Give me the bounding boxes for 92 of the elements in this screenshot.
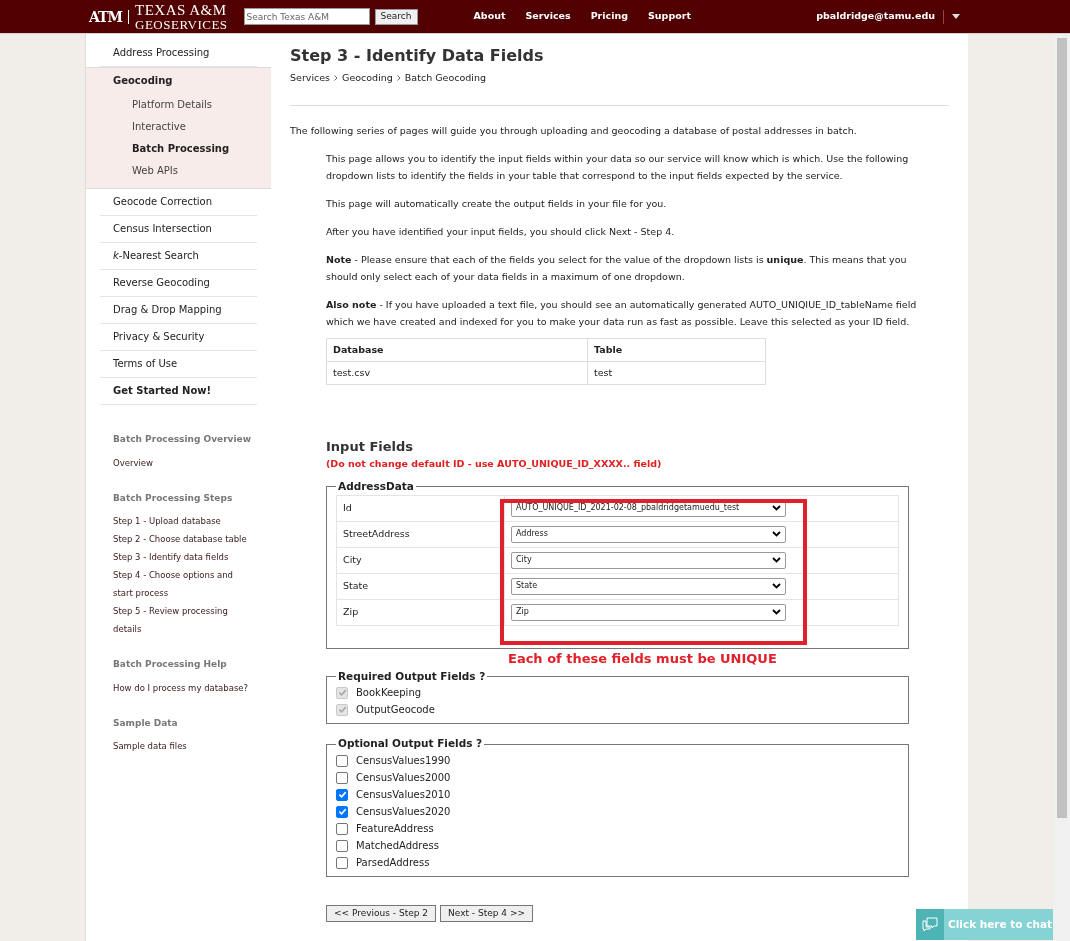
sidebar-section-title: Batch Processing Help xyxy=(113,658,228,671)
chevron-down-icon xyxy=(772,531,781,537)
checkbox-label: BookKeeping xyxy=(356,686,422,701)
sidebar-link[interactable]: Step 3 - Identify data fields xyxy=(113,548,265,566)
dropdown[interactable]: Address xyxy=(511,525,786,543)
user-email[interactable]: pbaldridge@tamu.edu xyxy=(816,9,935,24)
nav-button[interactable]: Next - Step 4 >> xyxy=(440,905,533,922)
paragraph: This page allows you to identify the input fields within your data so our service will know which is which. Use the following dropdown lists to identify the fields in your table that correspond to the input fields expected by the service. xyxy=(326,151,910,183)
section-title: Input Fields xyxy=(326,438,415,456)
sidebar-link[interactable]: Overview xyxy=(113,453,265,472)
fieldset-legend: Required Output Fields ? xyxy=(336,668,488,685)
sidebar-link[interactable]: Privacy & Security xyxy=(100,324,257,351)
table-header-cell: Table xyxy=(587,338,766,362)
sidebar-link[interactable]: Get Started Now! xyxy=(100,378,257,405)
sidebar-sublink[interactable]: Batch Processing xyxy=(86,138,271,160)
sidebar-sublink[interactable]: Interactive xyxy=(86,116,271,138)
checkbox[interactable] xyxy=(336,771,348,784)
table-cell: test xyxy=(587,361,766,385)
annotation-text: Each of these fields must be UNIQUE xyxy=(508,649,777,668)
breadcrumb-link[interactable]: Services xyxy=(290,71,331,86)
caret-icon[interactable] xyxy=(952,14,960,19)
sidebar-link[interactable]: Step 1 - Upload database xyxy=(113,512,265,530)
sidebar-link[interactable]: k-Nearest Search xyxy=(100,243,257,270)
nav-link[interactable]: Pricing xyxy=(590,9,628,24)
checkbox[interactable] xyxy=(336,754,348,767)
sidebar-link[interactable]: How do I process my database? xyxy=(113,678,265,697)
checkbox[interactable] xyxy=(336,856,348,869)
chevron-icon xyxy=(396,75,401,82)
sidebar-link[interactable]: Reverse Geocoding xyxy=(100,270,257,297)
checkbox-label: CensusValues1990 xyxy=(356,754,451,768)
field-label: StreetAddress xyxy=(336,521,505,547)
warning-text: (Do not change default ID - use AUTO_UNIQUE_ID_XXXX.. field) xyxy=(326,456,663,471)
field-label: City xyxy=(336,547,505,573)
sidebar-link[interactable]: Step 4 - Choose options and start process xyxy=(113,566,265,602)
logo-title: TEXAS A&M xyxy=(135,2,228,18)
sidebar-section-title: Sample Data xyxy=(113,716,179,730)
chevron-icon xyxy=(334,75,339,82)
sidebar-link[interactable]: Geocoding xyxy=(100,68,257,94)
sidebar-sublink[interactable]: Web APIs xyxy=(86,160,271,182)
checkbox-label: CensusValues2010 xyxy=(356,788,451,802)
nav-link[interactable]: Support xyxy=(648,9,691,24)
chevron-down-icon xyxy=(772,583,781,589)
breadcrumb-link[interactable]: Batch Geocoding xyxy=(404,71,486,86)
fieldset-legend: AddressData xyxy=(336,478,416,495)
chevron-down-icon xyxy=(772,505,781,511)
breadcrumb-link[interactable]: Geocoding xyxy=(342,71,393,86)
checkbox-label: OutputGeocode xyxy=(356,703,435,718)
field-label: Id xyxy=(336,495,505,521)
sidebar-sublink[interactable]: Platform Details xyxy=(86,94,271,116)
checkbox-label: CensusValues2000 xyxy=(356,771,451,785)
paragraph: Note - Please ensure that each of the fields you select for the value of the dropdown lists is unique. This means that you should only select each of your data fields in a maximum of one dropdown. xyxy=(326,252,908,284)
paragraph: After you have identified your input fields, you should click Next - Step 4. xyxy=(326,224,676,239)
table-cell: test.csv xyxy=(326,361,588,385)
chevron-down-icon xyxy=(772,609,781,615)
table-header-cell: Database xyxy=(326,338,588,362)
chat-bubbles-icon xyxy=(922,917,938,932)
checkbox-label: MatchedAddress xyxy=(356,839,439,853)
sidebar-link[interactable]: Step 5 - Review processing details xyxy=(113,602,265,638)
sidebar-section-title: Batch Processing Overview xyxy=(113,433,252,446)
sidebar-link[interactable]: Sample data files xyxy=(113,737,265,755)
dropdown[interactable]: State xyxy=(511,577,786,595)
sidebar-section-title: Batch Processing Steps xyxy=(113,491,234,505)
sidebar-link[interactable]: Terms of Use xyxy=(100,351,257,378)
intro-text: The following series of pages will guide you through uploading and geocoding a database of postal addresses in batch. xyxy=(290,124,858,139)
fieldset-legend: Optional Output Fields ? xyxy=(336,736,485,752)
checkbox[interactable] xyxy=(336,839,348,852)
sidebar-link[interactable]: Geocode Correction xyxy=(100,189,257,216)
dropdown[interactable]: Zip xyxy=(511,603,786,621)
checkbox[interactable] xyxy=(336,822,348,835)
checkbox-label: FeatureAddress xyxy=(356,822,434,836)
field-label: State xyxy=(336,573,505,599)
page-title: Step 3 - Identify Data Fields xyxy=(290,45,545,67)
nav-button[interactable]: << Previous - Step 2 xyxy=(326,905,437,922)
nav-link[interactable]: Services xyxy=(525,9,571,24)
checkbox[interactable] xyxy=(336,805,348,818)
checkbox-label: CensusValues2020 xyxy=(356,805,451,819)
search-field[interactable]: Search Texas A&M xyxy=(243,8,370,25)
sidebar-link[interactable]: Census Intersection xyxy=(100,216,257,243)
chevron-down-icon xyxy=(772,557,781,563)
paragraph: This page will automatically create the output fields in your file for you. xyxy=(326,196,668,211)
nav-link[interactable]: About xyxy=(473,9,506,24)
logo-subtitle: GEOSERVICES xyxy=(135,17,228,31)
logo-mark: ATM xyxy=(89,9,129,24)
dropdown[interactable]: City xyxy=(511,551,786,569)
search-button[interactable]: Search xyxy=(374,8,418,25)
paragraph: Also note - If you have uploaded a text file, you should see an automatically generated AUTO_UNIQIUE_ID_tableName field which we have created and indexed for you to make your data run as fast as possible. Leave this selected as your ID field. xyxy=(326,297,918,329)
checkbox-label: ParsedAddress xyxy=(356,856,430,870)
checkbox[interactable] xyxy=(336,788,348,801)
field-label: Zip xyxy=(336,599,505,625)
sidebar-link[interactable]: Step 2 - Choose database table xyxy=(113,530,265,548)
scrollbar[interactable] xyxy=(1053,34,1070,941)
sidebar-link[interactable]: Drag & Drop Mapping xyxy=(100,297,257,324)
